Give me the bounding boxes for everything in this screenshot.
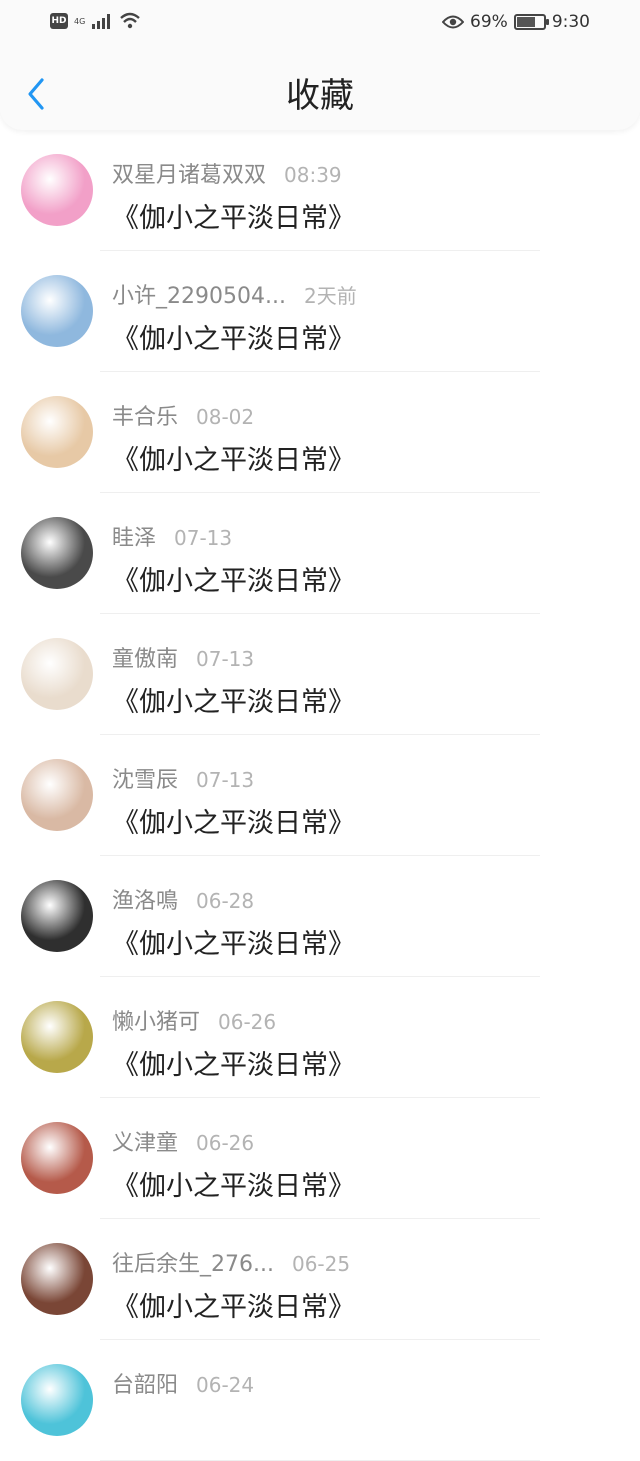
favorites-list: 双星月诸葛双双 08:39 《伽小之平淡日常》 小许_2290504... 2天前 《伽小… <box>0 130 640 1461</box>
item-time: 2天前 <box>303 284 357 308</box>
avatar[interactable] <box>21 1364 93 1436</box>
list-item[interactable]: 小许_2290504... 2天前《伽小之平淡日常》 <box>0 251 640 372</box>
list-item[interactable]: 眭泽 07-13 《伽小之平淡日常》 <box>0 493 640 614</box>
item-time: 06-25 <box>291 1252 351 1276</box>
page-title: 收藏 <box>286 76 354 116</box>
item-time: 06-24 <box>196 1373 255 1397</box>
user-name: 双星月诸葛双双 <box>112 163 267 188</box>
item-meta: 义津童 06-26 <box>112 1125 254 1157</box>
item-time: 06-26 <box>218 1010 277 1034</box>
avatar[interactable] <box>21 275 93 347</box>
item-time: 07-13 <box>174 526 233 550</box>
item-meta: 童傲南 07-13 <box>112 641 254 673</box>
item-title: 《伽小之平淡日常》 <box>112 808 355 839</box>
status-left: HD 4G <box>50 12 141 30</box>
avatar[interactable] <box>21 1122 93 1194</box>
avatar[interactable] <box>21 880 93 952</box>
page-header: 收藏 <box>0 58 640 130</box>
list-item[interactable]: 丰合乐 08-02 《伽小之平淡日常》 <box>0 372 640 493</box>
hd-badge: HD <box>50 13 68 29</box>
item-time: 07-13 <box>196 768 255 792</box>
item-title: 《伽小之平淡日常》 <box>112 324 355 355</box>
user-name: 眭泽 <box>112 526 157 551</box>
list-item[interactable]: 义津童 06-26 《伽小之平淡日常》 <box>0 1098 640 1219</box>
signal-icon <box>92 14 111 29</box>
user-name: 义津童 <box>112 1131 179 1156</box>
item-meta: 渔洛鳴 06-28 <box>112 883 254 915</box>
item-title: 《伽小之平淡日常》 <box>112 203 355 234</box>
user-name: 沈雪辰 <box>112 768 179 793</box>
avatar[interactable] <box>21 517 93 589</box>
battery-level-fill <box>516 17 535 27</box>
battery-icon <box>513 14 549 30</box>
status-right: 69% 9:30 <box>442 12 590 32</box>
avatar[interactable] <box>21 638 93 710</box>
item-meta: 双星月诸葛双双 08:39 <box>112 157 342 189</box>
list-item[interactable]: 沈雪辰 07-13 《伽小之平淡日常》 <box>0 735 640 856</box>
item-meta: 丰合乐 08-02 <box>112 399 254 431</box>
item-meta: 台韶阳 06-24 <box>112 1367 254 1399</box>
item-title: 《伽小之平淡日常》 <box>112 1292 355 1323</box>
item-time: 06-26 <box>196 1131 255 1155</box>
avatar[interactable] <box>21 759 93 831</box>
status-bar: HD 4G 69% 9:30 <box>0 0 640 48</box>
user-name: 小许_2290504... <box>112 284 286 309</box>
network-type-label: 4G <box>74 16 86 26</box>
item-meta: 往后余生_276... 06-25 <box>112 1246 350 1278</box>
item-time: 08:39 <box>284 163 342 187</box>
wifi-icon <box>120 12 141 29</box>
item-title: 《伽小之平淡日常》 <box>112 687 355 718</box>
item-meta: 沈雪辰 07-13 <box>112 762 254 794</box>
clock: 9:30 <box>551 12 590 32</box>
avatar[interactable] <box>21 396 93 468</box>
user-name: 童傲南 <box>112 647 179 672</box>
top-bar: HD 4G 69% 9:30 收藏 <box>0 0 640 130</box>
user-name: 渔洛鳴 <box>112 889 179 914</box>
list-item[interactable]: 渔洛鳴 06-28 《伽小之平淡日常》 <box>0 856 640 977</box>
user-name: 台韶阳 <box>112 1373 179 1398</box>
avatar[interactable] <box>21 154 93 226</box>
item-title: 《伽小之平淡日常》 <box>112 1050 355 1081</box>
battery-percent: 69% <box>470 12 508 32</box>
item-title: 《伽小之平淡日常》 <box>112 445 355 476</box>
list-item[interactable]: 双星月诸葛双双 08:39 《伽小之平淡日常》 <box>0 130 640 251</box>
item-title: 《伽小之平淡日常》 <box>112 566 355 597</box>
item-meta: 眭泽 07-13 <box>112 520 232 552</box>
item-title: 《伽小之平淡日常》 <box>112 929 355 960</box>
item-time: 08-02 <box>196 405 255 429</box>
user-name: 往后余生_276... <box>112 1252 274 1277</box>
eye-icon <box>442 15 465 29</box>
list-item[interactable]: 懒小猪可 06-26 《伽小之平淡日常》 <box>0 977 640 1098</box>
item-meta: 懒小猪可 06-26 <box>112 1004 276 1036</box>
list-item[interactable]: 往后余生_276... 06-25 《伽小之平淡日常》 <box>0 1219 640 1340</box>
item-meta: 小许_2290504... 2天前 <box>112 278 357 310</box>
user-name: 懒小猪可 <box>112 1010 201 1035</box>
avatar[interactable] <box>21 1243 93 1315</box>
item-time: 07-13 <box>196 647 255 671</box>
item-time: 06-28 <box>196 889 255 913</box>
list-item[interactable]: 童傲南 07-13 《伽小之平淡日常》 <box>0 614 640 735</box>
user-name: 丰合乐 <box>112 405 179 430</box>
list-item[interactable]: 台韶阳 06-24 <box>0 1340 640 1461</box>
item-title: 《伽小之平淡日常》 <box>112 1171 355 1202</box>
avatar[interactable] <box>21 1001 93 1073</box>
